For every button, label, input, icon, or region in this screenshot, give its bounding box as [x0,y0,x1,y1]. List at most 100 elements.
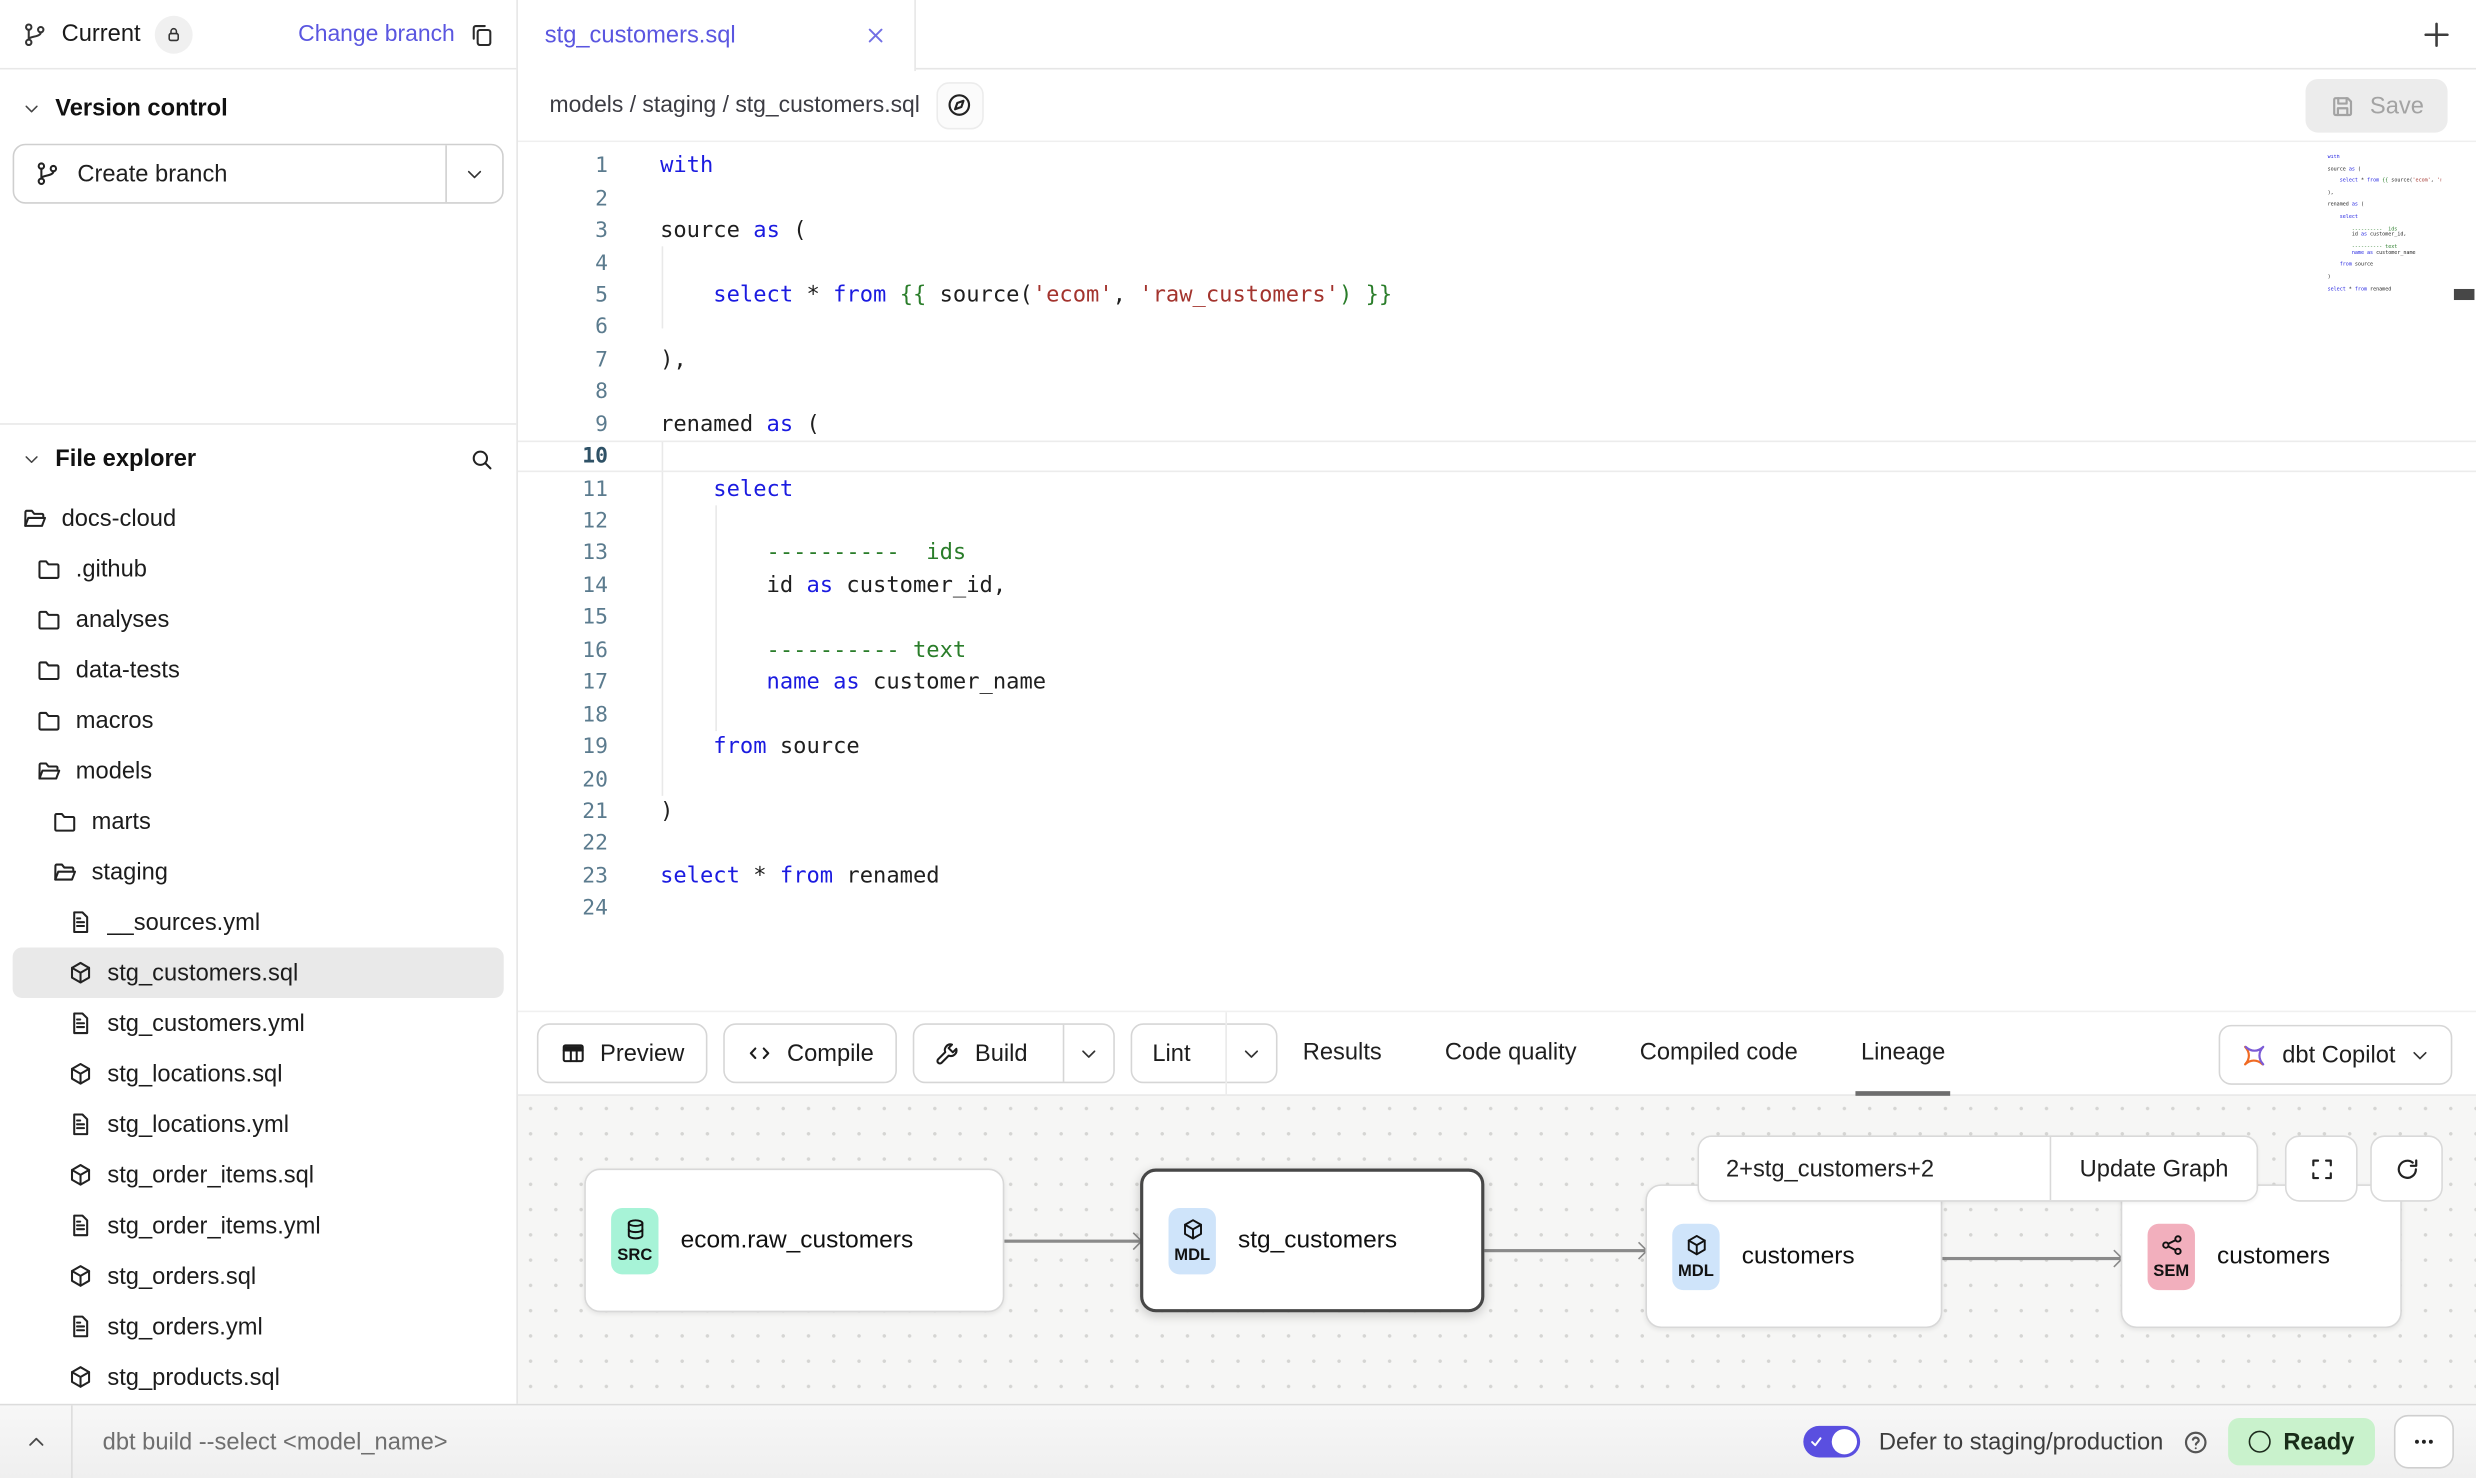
tree-item[interactable]: marts [13,796,504,847]
git-branch-icon [22,21,47,46]
line-number: 17 [518,670,616,695]
breadcrumb: models / staging / stg_customers.sql [550,92,920,117]
dbt-copilot-button[interactable]: dbt Copilot [2219,1025,2452,1085]
results-tab-results[interactable]: Results [1298,1012,1386,1096]
results-tab-lineage[interactable]: Lineage [1856,1012,1950,1096]
folder-icon [36,707,61,732]
line-number: 12 [518,509,616,534]
chevron-down-icon [2410,1045,2431,1066]
overflow-menu-button[interactable] [2394,1415,2454,1469]
results-tab-code-quality[interactable]: Code quality [1440,1012,1581,1096]
tree-item[interactable]: data-tests [13,644,504,695]
code-editor[interactable]: 1with23source as (45 select * from {{ so… [518,142,2476,1011]
lineage-filter-input[interactable] [1699,1137,2050,1200]
code-brackets-icon [747,1041,772,1066]
code-line: 9renamed as ( [518,408,2476,440]
code-line: 18 [518,699,2476,731]
file-name: staging [92,858,168,885]
lineage-edge [1484,1249,1645,1251]
file-name: stg_orders.sql [107,1262,256,1289]
lineage-edge [1004,1240,1140,1242]
spacer [0,204,516,423]
tree-item[interactable]: stg_orders.yml [13,1301,504,1352]
lock-icon [164,24,183,43]
tree-item[interactable]: docs-cloud [13,493,504,544]
build-options-caret[interactable] [1062,1025,1113,1082]
tree-item[interactable]: macros [13,695,504,746]
tree-item[interactable]: models [13,745,504,796]
line-number: 21 [518,799,616,824]
tree-item[interactable]: stg_customers.yml [13,998,504,1049]
lineage-node-stg_customers[interactable]: MDL stg_customers [1140,1169,1484,1313]
lineage-node-ecom.raw_customers[interactable]: SRCecom.raw_customers [584,1169,1004,1313]
defer-toggle[interactable] [1803,1426,1860,1458]
tree-item[interactable]: stg_orders.sql [13,1251,504,1302]
node-name: stg_customers [1238,1226,1397,1254]
build-button[interactable]: Build [913,1023,1114,1083]
file-name: stg_locations.yml [107,1111,289,1138]
tree-item[interactable]: __sources.yml [13,897,504,948]
tree-item[interactable]: stg_order_items.sql [13,1150,504,1201]
node-name: customers [2217,1242,2330,1270]
command-input[interactable] [73,1405,1803,1478]
line-number: 18 [518,702,616,727]
save-button[interactable]: Save [2305,79,2447,133]
tree-item[interactable]: stg_customers.sql [13,947,504,998]
lineage-filter-group: Update Graph [1698,1135,2259,1201]
change-branch-link[interactable]: Change branch [298,21,455,46]
folder-open-icon [22,505,47,530]
question-circle-icon[interactable] [2182,1428,2209,1455]
tree-item[interactable]: stg_order_items.yml [13,1200,504,1251]
line-number: 24 [518,896,616,921]
code-line: 3source as ( [518,215,2476,247]
code-line: 12 [518,505,2476,537]
compile-button[interactable]: Compile [724,1023,898,1083]
create-branch-caret[interactable] [445,145,502,202]
node-type-label: SEM [2153,1261,2189,1280]
lint-options-caret[interactable] [1225,1025,1276,1082]
lineage-canvas[interactable]: Update Graph SRCecom.raw_customers MDL stg… [518,1096,2476,1404]
folder-open-icon [36,758,61,783]
lint-button[interactable]: Lint [1130,1023,1277,1083]
lineage-node-customers[interactable]: MDLcustomers [1645,1184,1942,1328]
model-file-icon [68,1263,93,1288]
preview-button[interactable]: Preview [537,1023,708,1083]
node-type-badge: MDL [1169,1207,1216,1273]
code-line: 20 [518,763,2476,795]
model-file-icon [68,960,93,985]
code-line: 17 name as customer_name [518,666,2476,698]
file-name: stg_locations.sql [107,1060,282,1087]
tree-item[interactable]: staging [13,846,504,897]
version-control-header[interactable]: Version control [0,69,516,137]
new-tab-plus-icon[interactable] [2421,19,2453,51]
line-number: 23 [518,864,616,889]
line-number: 19 [518,734,616,759]
search-icon[interactable] [469,446,494,471]
lineage-node-customers[interactable]: SEM customers [2121,1184,2402,1328]
code-line: 13 ---------- ids [518,537,2476,569]
tree-item[interactable]: stg_products.sql [13,1352,504,1403]
update-graph-button[interactable]: Update Graph [2050,1137,2257,1200]
tree-item[interactable]: stg_locations.sql [13,1049,504,1100]
version-control-title: Version control [55,95,227,122]
model-file-icon [68,1162,93,1187]
expand-console-button[interactable] [0,1431,71,1453]
close-icon[interactable] [864,24,888,48]
open-file-tab[interactable]: stg_customers.sql [518,0,916,71]
tree-item[interactable]: analyses [13,594,504,645]
fullscreen-button[interactable] [2285,1135,2358,1201]
file-explorer-header[interactable]: File explorer [0,425,516,487]
file-name: __sources.yml [107,909,260,936]
node-type-label: SRC [617,1245,652,1264]
refresh-button[interactable] [2370,1135,2443,1201]
node-type-badge: MDL [1672,1223,1719,1289]
copilot-quick-button[interactable] [936,81,983,128]
tab-title: stg_customers.sql [545,22,736,49]
create-branch-button[interactable]: Create branch [13,144,504,204]
chevron-down-icon [22,449,41,468]
tree-item[interactable]: .github [13,543,504,594]
copy-icon[interactable] [469,21,494,46]
results-tab-compiled-code[interactable]: Compiled code [1635,1012,1802,1096]
result-tabs: Results Code quality Compiled code Lineage [1298,1012,1950,1096]
tree-item[interactable]: stg_locations.yml [13,1099,504,1150]
